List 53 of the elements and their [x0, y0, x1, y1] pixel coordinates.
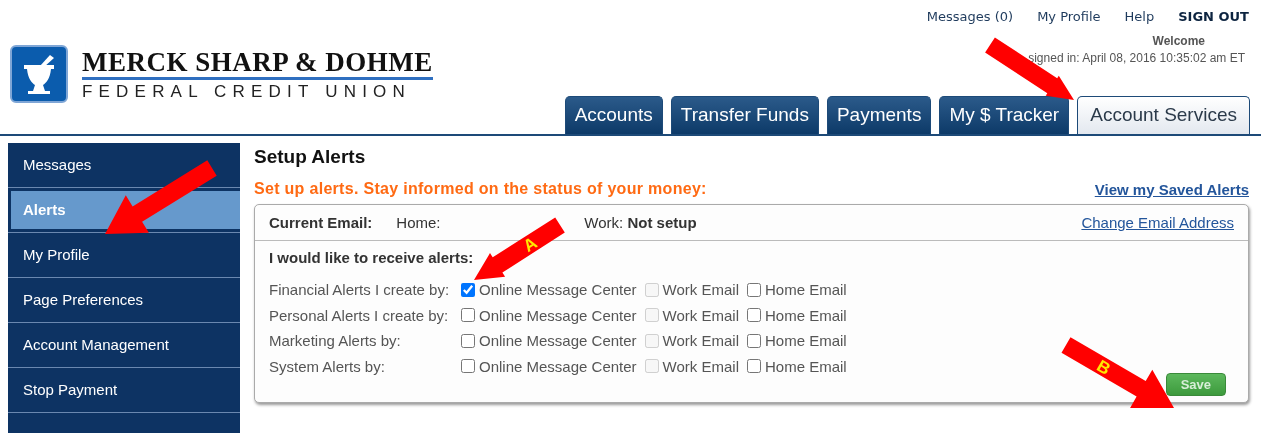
checkbox[interactable] [461, 282, 475, 297]
checkbox[interactable] [461, 333, 475, 348]
header-link[interactable]: My Profile [1037, 9, 1101, 24]
signed-in-time: signed in: April 08, 2016 10:35:02 am ET [1028, 51, 1245, 65]
checkbox-label: Online Message Center [479, 357, 637, 375]
header-link[interactable]: Help [1124, 9, 1155, 24]
nav-tab[interactable]: Transfer Funds [670, 96, 819, 134]
saved-alerts-link[interactable]: View my Saved Alerts [1094, 180, 1249, 198]
checkbox-label: Online Message Center [479, 332, 637, 350]
checkbox-label: Work Email [662, 357, 739, 375]
sidebar-item[interactable]: Account Management [11, 326, 240, 364]
checkbox-label: Home Email [765, 281, 847, 299]
sidebar-item[interactable]: My Profile [11, 236, 240, 274]
checkbox[interactable] [747, 333, 761, 348]
email-label: Current Email: [269, 214, 373, 231]
work-email-status: Work: Not setup [584, 214, 697, 231]
arrow-annotation: B [1061, 337, 1174, 408]
arrow-annotation: A [474, 217, 565, 280]
nav-tab[interactable]: My $ Tracker [939, 96, 1070, 134]
checkbox-label: Work Email [662, 281, 739, 299]
header-link[interactable]: Messages (0) [926, 9, 1014, 24]
nav-tab[interactable]: Accounts [564, 96, 663, 134]
alert-type-label: Marketing Alerts by: [269, 332, 402, 350]
checkbox[interactable] [461, 308, 475, 323]
header-link[interactable]: SIGN OUT [1178, 9, 1249, 24]
mortar-pestle-logo-icon [10, 45, 68, 103]
alert-type-label: System Alerts by: [269, 357, 386, 375]
home-email-label: Home: [396, 214, 442, 231]
welcome-title: Welcome [1152, 34, 1206, 48]
checkbox[interactable] [461, 359, 475, 374]
intro-text: Set up alerts. Stay informed on the status of your money: [254, 180, 707, 198]
checkbox-label: Home Email [765, 332, 847, 350]
checkbox-label: Home Email [765, 357, 847, 375]
logo-subtitle: FEDERAL CREDIT UNION [82, 81, 412, 102]
sidebar-item[interactable]: Stop Payment [11, 371, 240, 409]
change-email-link[interactable]: Change Email Address [1081, 214, 1234, 231]
checkbox-label: Online Message Center [479, 306, 637, 324]
sidebar-item[interactable]: Page Preferences [11, 281, 240, 319]
page-title: Setup Alerts [254, 146, 367, 168]
nav-tab[interactable]: Payments [826, 96, 932, 134]
checkbox-label: Online Message Center [479, 281, 637, 299]
checkbox-label: Home Email [765, 306, 847, 324]
alerts-heading: I would like to receive alerts: [269, 249, 474, 266]
checkbox-label: Work Email [662, 332, 739, 350]
nav-tab[interactable]: Account Services [1077, 96, 1250, 134]
checkbox-label: Work Email [662, 306, 739, 324]
checkbox[interactable] [747, 359, 761, 374]
alert-type-label: Financial Alerts I create by: [269, 281, 451, 299]
sidebar-item[interactable]: Messages [11, 146, 240, 184]
checkbox[interactable] [747, 282, 761, 297]
checkbox[interactable] [747, 308, 761, 323]
logo-name: MERCK SHARP & DOHME [82, 46, 433, 80]
alert-type-label: Personal Alerts I create by: [269, 306, 450, 324]
